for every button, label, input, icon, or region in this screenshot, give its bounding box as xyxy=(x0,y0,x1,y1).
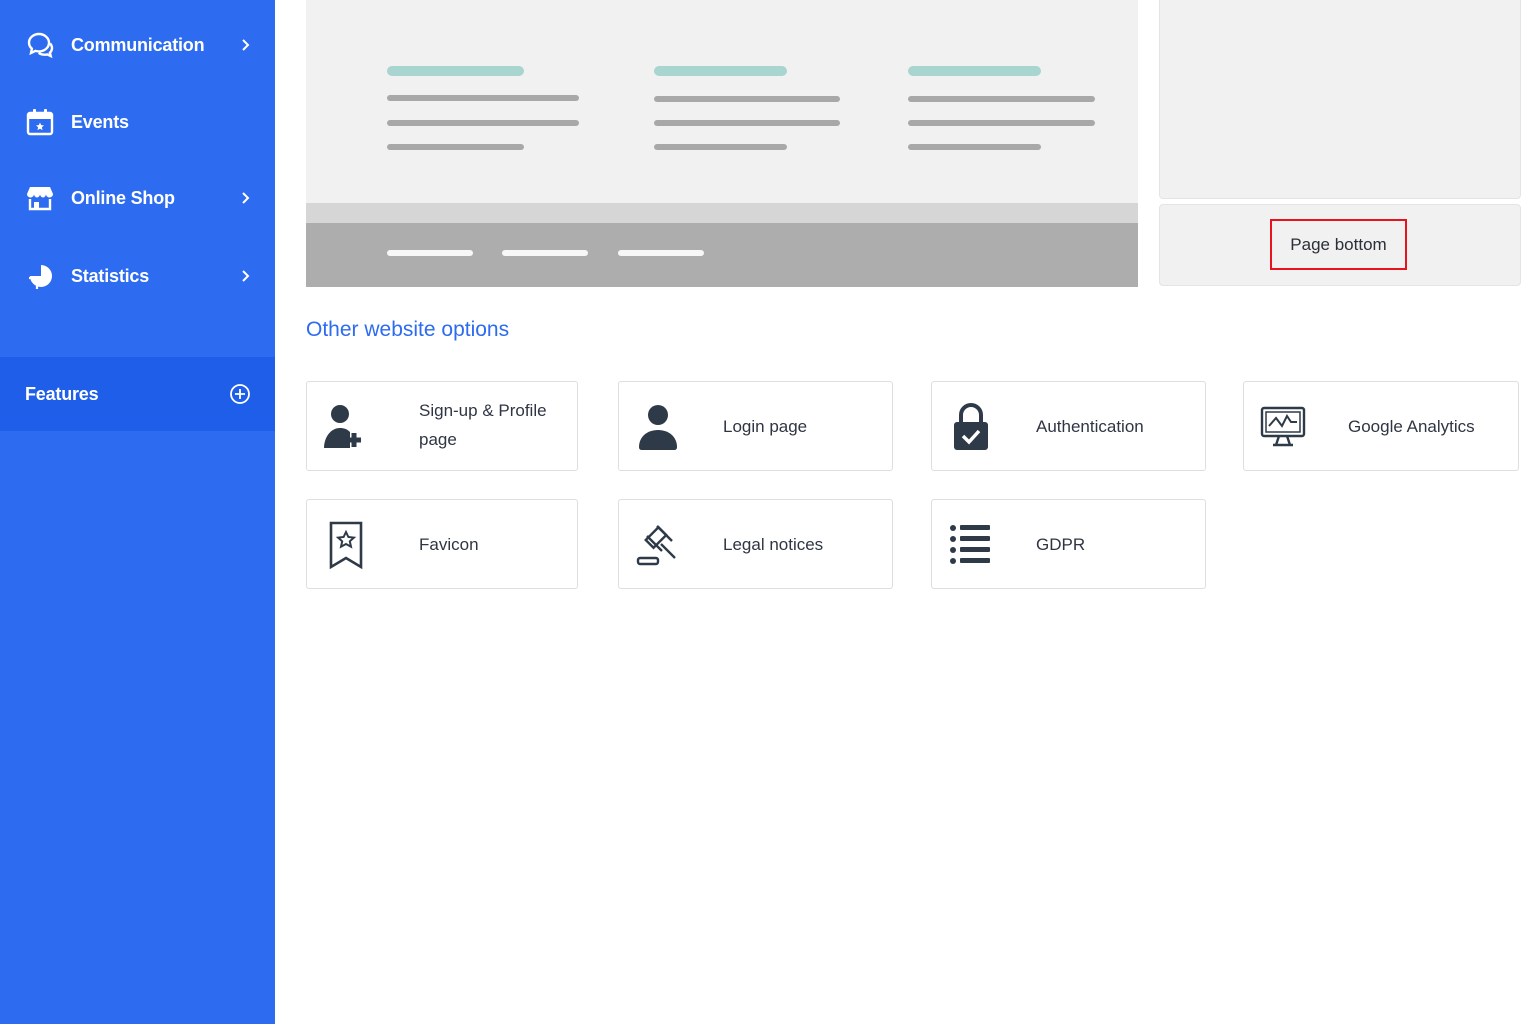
placeholder-link xyxy=(502,250,588,256)
sidebar-item-label: Statistics xyxy=(71,265,150,286)
option-card-label: Authentication xyxy=(1036,417,1144,436)
plus-circle-icon[interactable] xyxy=(229,383,251,405)
sidebar-item-events[interactable]: Events xyxy=(0,92,275,152)
placeholder-line xyxy=(387,95,579,101)
sidebar-item-label: Communication xyxy=(71,34,205,55)
placeholder-divider xyxy=(306,203,1138,223)
option-card-label: Favicon xyxy=(419,535,479,554)
option-card-label: Sign-up & Profile page xyxy=(419,401,547,449)
placeholder-line xyxy=(654,120,840,126)
bookmark-star-icon xyxy=(321,520,371,570)
sidebar-item-label: Events xyxy=(71,111,129,132)
option-card-label: Login page xyxy=(723,417,808,436)
sidebar-item-label: Online Shop xyxy=(71,187,175,208)
placeholder-line xyxy=(908,120,1095,126)
sidebar-item-label: Features xyxy=(25,383,99,404)
option-card-favicon[interactable]: Favicon xyxy=(306,499,578,589)
sidebar-item-features[interactable]: Features xyxy=(0,357,275,431)
placeholder-line xyxy=(387,144,524,150)
list-icon xyxy=(946,520,996,570)
chevron-right-icon xyxy=(238,38,252,52)
placeholder-line xyxy=(654,96,840,102)
option-card-signup-profile[interactable]: Sign-up & Profile page xyxy=(306,381,578,471)
option-card-gdpr[interactable]: GDPR xyxy=(931,499,1206,589)
placeholder-link xyxy=(387,250,473,256)
placeholder-heading xyxy=(387,66,524,76)
placeholder-link xyxy=(618,250,704,256)
page-layout-preview[interactable] xyxy=(306,0,1138,287)
placeholder-line xyxy=(908,96,1095,102)
side-preview-panel xyxy=(1159,0,1521,199)
option-card-login-page[interactable]: Login page xyxy=(618,381,893,471)
lock-check-icon xyxy=(946,402,996,452)
placeholder-line xyxy=(387,120,579,126)
placeholder-footer xyxy=(306,223,1138,287)
option-card-google-analytics[interactable]: Google Analytics xyxy=(1243,381,1519,471)
gavel-icon xyxy=(633,520,683,570)
sidebar-item-communication[interactable]: Communication xyxy=(0,15,275,75)
option-card-authentication[interactable]: Authentication xyxy=(931,381,1206,471)
placeholder-heading xyxy=(654,66,787,76)
option-card-label: Google Analytics xyxy=(1348,417,1475,436)
chevron-right-icon xyxy=(238,191,252,205)
chevron-right-icon xyxy=(238,269,252,283)
sidebar-item-online-shop[interactable]: Online Shop xyxy=(0,168,275,228)
option-card-legal-notices[interactable]: Legal notices xyxy=(618,499,893,589)
placeholder-line xyxy=(908,144,1041,150)
calendar-icon xyxy=(25,107,55,137)
placeholder-line xyxy=(654,144,787,150)
chat-bubbles-icon xyxy=(25,30,55,60)
pie-chart-icon xyxy=(25,261,55,291)
section-title: Other website options xyxy=(306,318,510,341)
monitor-chart-icon xyxy=(1258,402,1308,452)
option-card-label: Legal notices xyxy=(723,535,824,554)
user-icon xyxy=(633,402,683,452)
page-bottom-button[interactable]: Page bottom xyxy=(1270,219,1407,270)
sidebar-item-statistics[interactable]: Statistics xyxy=(0,246,275,306)
sidebar: Communication Events Online Shop Statist… xyxy=(0,0,275,1024)
storefront-icon xyxy=(25,183,55,213)
placeholder-heading xyxy=(908,66,1041,76)
user-add-icon xyxy=(321,402,371,452)
option-card-label: GDPR xyxy=(1036,535,1086,554)
